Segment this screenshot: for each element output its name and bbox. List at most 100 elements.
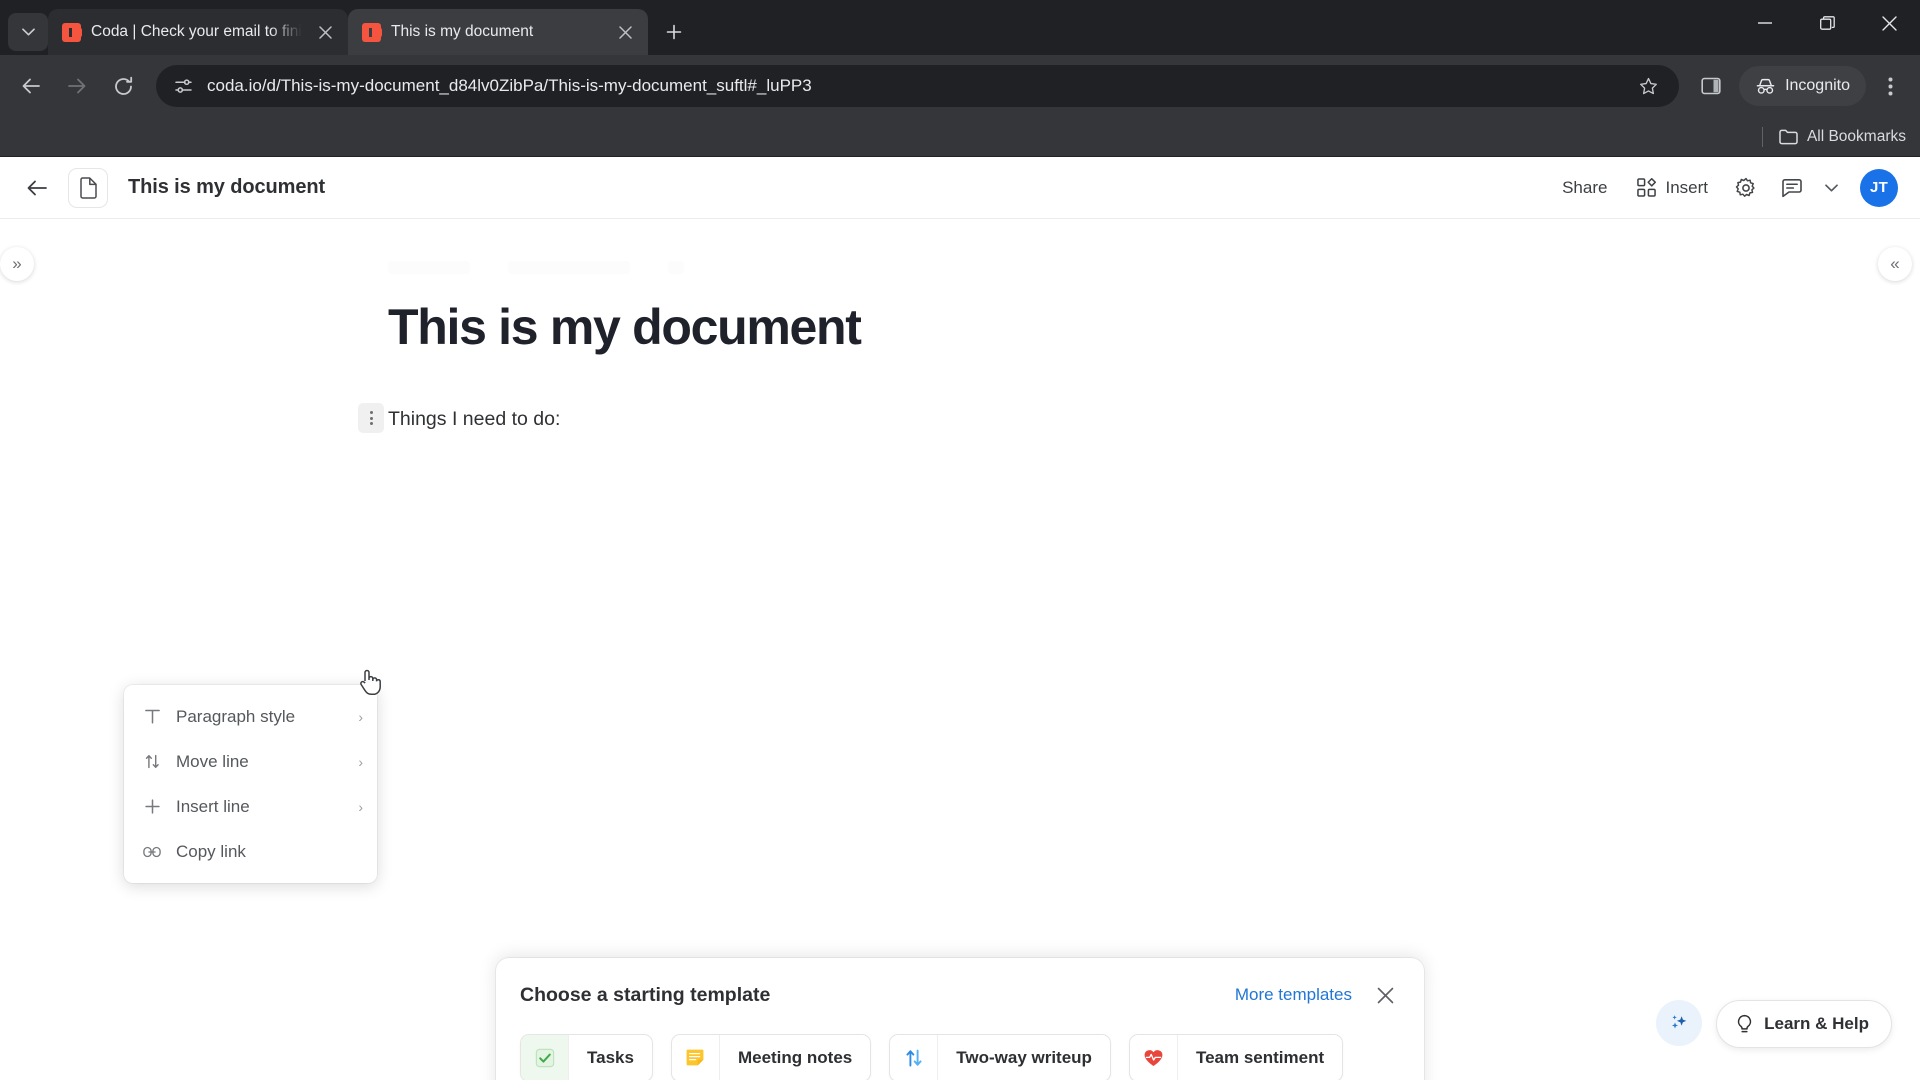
coda-app: This is my document Share Insert JT » « … <box>0 157 1920 1080</box>
gear-icon <box>1735 177 1755 197</box>
back-arrow-icon <box>27 180 47 195</box>
tab-title: Coda | Check your email to fini <box>91 23 302 40</box>
heart-pulse-icon <box>1130 1035 1178 1080</box>
placeholder-bar <box>508 261 630 274</box>
document-title[interactable]: This is my document <box>388 298 1920 356</box>
divider <box>1761 126 1763 147</box>
incognito-indicator[interactable]: Incognito <box>1739 66 1866 106</box>
template-chip-two-way-writeup[interactable]: Two-way writeup <box>889 1034 1111 1080</box>
tab-strip: Coda | Check your email to fini This is … <box>0 0 1920 55</box>
doc-back-button[interactable] <box>18 169 56 207</box>
move-line-icon <box>142 753 162 770</box>
avatar[interactable]: JT <box>1860 168 1898 207</box>
side-panel-icon <box>1701 77 1721 95</box>
close-template-panel-button[interactable] <box>1370 980 1400 1010</box>
dot <box>369 411 373 414</box>
bookmarks-bar: All Bookmarks <box>0 117 1920 157</box>
page-title: This is my document <box>128 176 326 198</box>
plus-icon <box>666 24 682 40</box>
menu-item-label: Move line <box>176 751 249 771</box>
forward-button[interactable] <box>56 65 98 107</box>
maximize-icon <box>1819 15 1835 30</box>
insert-label: Insert <box>1665 177 1708 197</box>
document-header-actions: Share Insert JT <box>1550 168 1898 208</box>
close-window-button[interactable] <box>1858 0 1920 46</box>
folder-icon <box>1779 129 1798 145</box>
reload-button[interactable] <box>102 65 144 107</box>
bookmark-star-button[interactable] <box>1633 71 1663 101</box>
template-chip-tasks[interactable]: Tasks <box>520 1034 653 1080</box>
coda-favicon <box>362 22 382 42</box>
back-arrow-icon <box>22 78 40 94</box>
browser-menu-button[interactable] <box>1870 66 1910 106</box>
paragraph-text[interactable]: Things I need to do: <box>388 408 560 431</box>
placeholder-bar <box>668 261 684 274</box>
more-templates-link[interactable]: More templates <box>1235 985 1352 1005</box>
menu-item-paragraph-style[interactable]: Paragraph style › <box>124 694 377 739</box>
dot <box>369 422 373 425</box>
all-bookmarks-button[interactable]: All Bookmarks <box>1779 128 1906 146</box>
template-chip-meeting-notes[interactable]: Meeting notes <box>670 1034 872 1080</box>
comments-button[interactable] <box>1772 168 1812 208</box>
template-chip-label: Two-way writeup <box>956 1048 1092 1067</box>
plus-icon <box>142 798 162 815</box>
learn-and-help-label: Learn & Help <box>1764 1014 1869 1033</box>
menu-item-insert-line[interactable]: Insert line › <box>124 784 377 829</box>
starting-template-panel: Choose a starting template More template… <box>496 958 1424 1080</box>
grid-insert-icon <box>1637 178 1657 197</box>
browser-toolbar: coda.io/d/This-is-my-document_d84lv0ZibP… <box>0 55 1920 117</box>
star-icon <box>1639 77 1657 94</box>
chevron-right-icon: › <box>358 753 363 770</box>
settings-button[interactable] <box>1726 168 1766 208</box>
document-header: This is my document Share Insert JT <box>0 157 1920 219</box>
document-icon-button[interactable] <box>68 167 108 208</box>
minimize-button[interactable] <box>1734 0 1796 46</box>
tab-close-button[interactable] <box>612 19 638 45</box>
learn-and-help-button[interactable]: Learn & Help <box>1716 1000 1892 1048</box>
menu-item-label: Insert line <box>176 796 250 816</box>
comments-dropdown-button[interactable] <box>1818 168 1844 208</box>
paragraph-row: Things I need to do: <box>358 403 1920 433</box>
maximize-button[interactable] <box>1796 0 1858 46</box>
yellow-note-icon <box>672 1035 720 1080</box>
tab-search-button[interactable] <box>8 13 48 51</box>
tab-close-button[interactable] <box>312 19 338 45</box>
template-chip-label: Meeting notes <box>737 1048 853 1067</box>
insert-button[interactable]: Insert <box>1625 170 1720 206</box>
ai-assistant-button[interactable] <box>1656 1000 1702 1046</box>
dot <box>369 416 373 420</box>
incognito-icon <box>1756 78 1775 94</box>
template-chip-team-sentiment[interactable]: Team sentiment <box>1128 1034 1344 1080</box>
drag-handle-icon[interactable] <box>358 403 384 433</box>
site-settings-icon[interactable] <box>174 77 193 96</box>
three-dot-menu-icon <box>1888 77 1892 95</box>
menu-item-copy-link[interactable]: Copy link <box>124 829 377 874</box>
expand-sidebar-button[interactable]: » <box>0 247 34 281</box>
tab-title: This is my document <box>391 23 534 40</box>
menu-item-move-line[interactable]: Move line › <box>124 739 377 784</box>
link-icon <box>142 845 162 859</box>
close-icon <box>1377 987 1393 1003</box>
template-panel-header: Choose a starting template More template… <box>520 980 1400 1010</box>
share-button[interactable]: Share <box>1550 170 1619 206</box>
browser-tab-1[interactable]: Coda | Check your email to fini <box>48 9 348 55</box>
chevron-down-icon <box>1824 183 1838 192</box>
menu-item-label: Copy link <box>176 841 246 861</box>
text-format-icon <box>142 708 162 725</box>
browser-tab-2[interactable]: This is my document <box>348 9 648 55</box>
back-button[interactable] <box>10 65 52 107</box>
green-checkbox-icon <box>521 1035 569 1080</box>
chevron-right-icon: › <box>358 708 363 725</box>
placeholder-row <box>388 261 1920 274</box>
chevron-right-icon: › <box>358 798 363 815</box>
coda-favicon <box>62 22 82 42</box>
menu-item-label: Paragraph style <box>176 706 296 726</box>
url-text: coda.io/d/This-is-my-document_d84lv0ZibP… <box>207 76 812 95</box>
address-bar[interactable]: coda.io/d/This-is-my-document_d84lv0ZibP… <box>156 65 1680 107</box>
document-canvas: » « This is my document Things I need to… <box>0 219 1920 1080</box>
placeholder-bar <box>388 261 470 274</box>
new-tab-button[interactable] <box>654 12 694 52</box>
all-bookmarks-label: All Bookmarks <box>1806 127 1906 145</box>
browser-window: Coda | Check your email to fini This is … <box>0 0 1920 1080</box>
side-panel-button[interactable] <box>1691 66 1731 106</box>
